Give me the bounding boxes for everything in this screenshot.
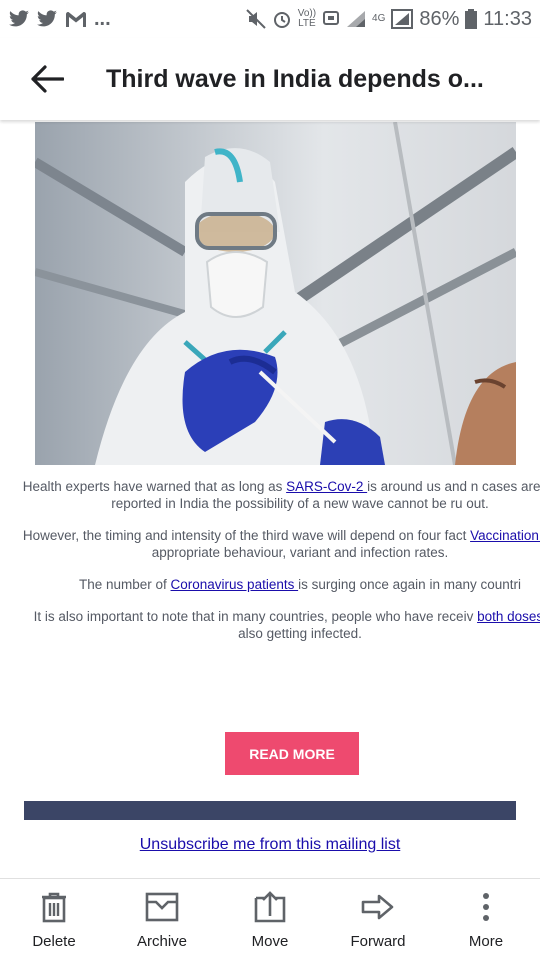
link-vaccination[interactable]: Vaccination: [470, 528, 540, 543]
signal-icon-2: [391, 9, 414, 29]
battery-icon: [465, 9, 478, 29]
read-more-button[interactable]: READ MORE: [225, 732, 359, 775]
mute-icon: [245, 9, 266, 29]
link-coronavirus-patients[interactable]: Coronavirus patients: [171, 577, 299, 592]
bottom-action-bar: Delete Archive Move Forward More: [0, 878, 540, 960]
system-icons: Vo)) LTE 4G 86% 11:33: [245, 7, 532, 31]
paragraph-text: It is also important to note that in man…: [33, 609, 478, 624]
gmail-m-icon: [66, 12, 86, 27]
more-label: More: [468, 933, 504, 950]
paragraph-text: Health experts have warned that as long …: [22, 479, 287, 494]
signal-icon: [347, 11, 366, 27]
email-body[interactable]: Health experts have warned that as long …: [0, 120, 540, 878]
network-type: 4G: [372, 13, 386, 24]
paragraph-4: It is also important to note that in man…: [20, 608, 540, 642]
archive-button[interactable]: Archive: [112, 889, 212, 950]
more-vert-icon: [468, 889, 504, 925]
health-worker-image: [35, 122, 516, 465]
battery-percent: 86%: [419, 7, 460, 30]
more-notifications-indicator: ...: [94, 7, 111, 30]
paragraph-1: Health experts have warned that as long …: [20, 478, 540, 512]
more-button[interactable]: More: [436, 889, 536, 950]
footer-band: [24, 801, 516, 820]
volte-bottom-label: LTE: [298, 18, 316, 29]
notification-icons: ...: [8, 8, 111, 31]
status-bar: ... Vo)) LTE 4G 86% 11:33: [0, 0, 540, 38]
arrow-back-icon: [31, 65, 64, 93]
unsubscribe-link[interactable]: Unsubscribe me from this mailing list: [0, 836, 540, 854]
link-sars-cov-2[interactable]: SARS-Cov-2: [286, 479, 367, 494]
move-label: Move: [251, 933, 289, 950]
twitter-icon: [37, 10, 57, 27]
paragraph-2: However, the timing and intensity of the…: [20, 527, 540, 561]
alarm-icon: [273, 12, 290, 28]
back-button[interactable]: [22, 54, 72, 104]
forward-label: Forward: [350, 933, 406, 950]
article-text: Health experts have warned that as long …: [20, 478, 540, 657]
forward-icon: [360, 889, 396, 925]
paragraph-3: The number of Coronavirus patients is su…: [20, 576, 540, 593]
email-subject-title: Third wave in India depends o...: [106, 64, 484, 93]
archive-label: Archive: [136, 933, 188, 950]
paragraph-text: However, the timing and intensity of the…: [22, 528, 471, 543]
trash-icon: [36, 889, 72, 925]
article-paragraphs: Health experts have warned that as long …: [20, 478, 540, 642]
move-button[interactable]: Move: [220, 889, 320, 950]
move-icon: [252, 889, 288, 925]
app-bar: Third wave in India depends o...: [0, 38, 540, 120]
delete-button[interactable]: Delete: [4, 889, 104, 950]
forward-button[interactable]: Forward: [328, 889, 428, 950]
message-icon: [323, 11, 340, 25]
delete-label: Delete: [32, 933, 76, 950]
clock: 11:33: [483, 7, 532, 30]
paragraph-text: The number of: [78, 577, 171, 592]
link-both-doses[interactable]: both doses: [477, 609, 540, 624]
paragraph-text: is surging once again in many countri: [298, 577, 521, 592]
article-photo: [35, 122, 516, 465]
twitter-icon: [9, 10, 29, 27]
archive-icon: [144, 889, 180, 925]
volte-indicator: Vo)) LTE: [298, 9, 316, 29]
